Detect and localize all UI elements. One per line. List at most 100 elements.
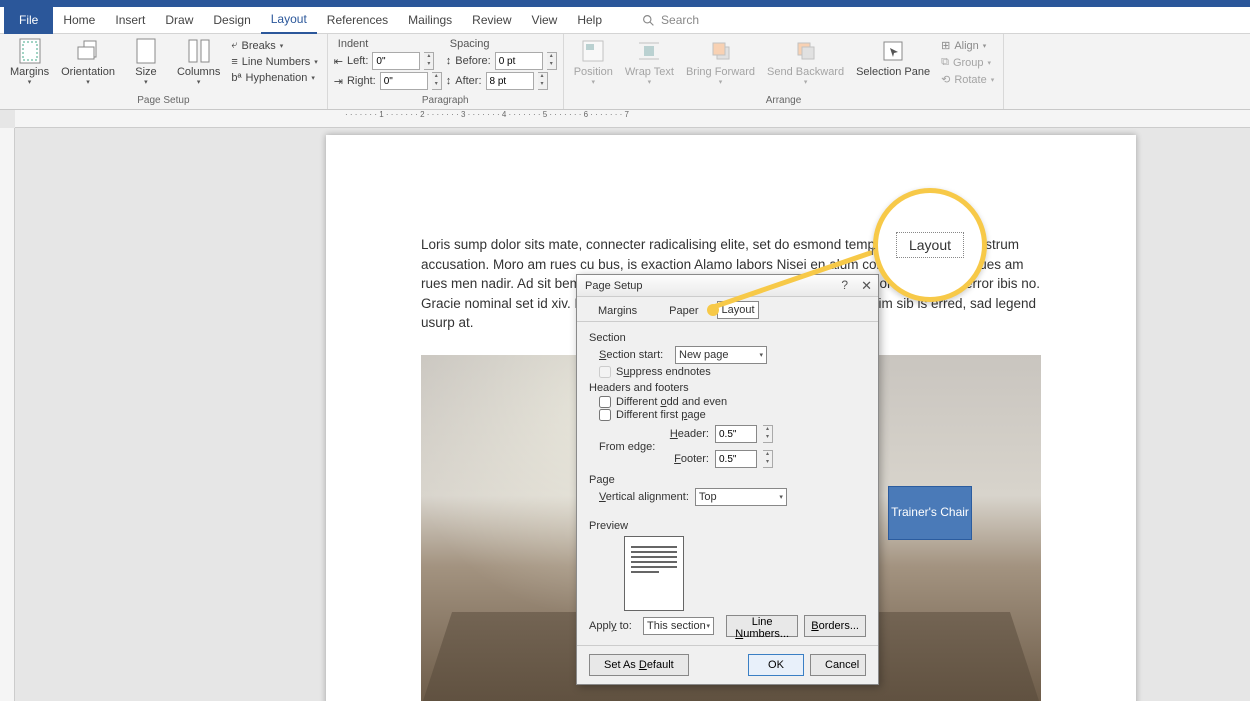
dialog-help-button[interactable]: ? xyxy=(841,278,848,292)
dialog-titlebar[interactable]: Page Setup ? ✕ xyxy=(577,275,878,297)
before-label: Before: xyxy=(455,55,490,67)
columns-button[interactable]: Columns▾ xyxy=(173,36,224,90)
chevron-down-icon: ▾ xyxy=(991,76,995,84)
chevron-down-icon: ▾ xyxy=(314,58,318,66)
hyphenation-button[interactable]: bªHyphenation▾ xyxy=(228,71,320,85)
different-odd-even-checkbox[interactable] xyxy=(599,396,611,408)
indent-left-input[interactable] xyxy=(372,52,420,70)
header-distance-input[interactable] xyxy=(715,425,757,443)
different-first-page-checkbox[interactable] xyxy=(599,409,611,421)
vertical-alignment-value: Top xyxy=(699,491,717,503)
dialog-title: Page Setup xyxy=(585,280,643,292)
arrange-group-label: Arrange xyxy=(570,95,998,107)
tab-mailings[interactable]: Mailings xyxy=(398,7,462,34)
send-backward-button[interactable]: Send Backward▾ xyxy=(763,36,848,90)
columns-icon xyxy=(186,38,212,64)
vertical-alignment-select[interactable]: Top▾ xyxy=(695,488,787,506)
page-setup-group-label: Page Setup xyxy=(6,95,321,107)
tab-layout[interactable]: Layout xyxy=(261,7,317,34)
callout-extra-text: r xyxy=(871,243,875,258)
set-as-default-button[interactable]: Set As Default xyxy=(589,654,689,676)
spinner[interactable]: ▴▾ xyxy=(763,450,773,468)
wrap-label: Wrap Text xyxy=(625,66,674,79)
size-button[interactable]: Size▾ xyxy=(123,36,169,90)
chevron-down-icon: ▾ xyxy=(804,79,808,87)
section-start-label: Section start: xyxy=(599,349,669,361)
spacing-before-input[interactable] xyxy=(495,52,543,70)
spinner[interactable]: ▴▾ xyxy=(538,72,548,90)
send-label: Send Backward xyxy=(767,66,844,79)
apply-to-select[interactable]: This section▾ xyxy=(643,617,714,635)
indent-right-input[interactable] xyxy=(380,72,428,90)
tab-view[interactable]: View xyxy=(522,7,568,34)
margins-icon xyxy=(17,38,43,64)
cancel-button[interactable]: Cancel xyxy=(810,654,866,676)
selection-pane-icon xyxy=(880,38,906,64)
rotate-label: Rotate xyxy=(954,74,986,86)
title-bar xyxy=(0,0,1250,7)
tab-review[interactable]: Review xyxy=(462,7,521,34)
section-start-value: New page xyxy=(679,349,729,361)
dialog-tab-paper[interactable]: Paper xyxy=(656,301,711,321)
bring-forward-icon xyxy=(708,38,734,64)
orientation-button[interactable]: Orientation▾ xyxy=(57,36,119,90)
tab-insert[interactable]: Insert xyxy=(105,7,155,34)
chevron-down-icon: ▾ xyxy=(983,42,987,50)
bring-label: Bring Forward xyxy=(686,66,755,79)
from-edge-label: From edge: xyxy=(599,441,659,453)
horizontal-ruler[interactable]: · · · · · · · 1 · · · · · · · 2 · · · · … xyxy=(15,110,1250,128)
apply-to-label: Apply to: xyxy=(589,620,637,632)
page-heading: Page xyxy=(589,474,866,486)
after-label: After: xyxy=(455,75,481,87)
vertical-alignment-label: Vertical alignment: xyxy=(599,491,689,503)
size-icon xyxy=(133,38,159,64)
group-button[interactable]: ⧉Group▾ xyxy=(938,55,997,70)
line-numbers-button[interactable]: Line Numbers... xyxy=(726,615,798,637)
columns-label: Columns xyxy=(177,66,220,79)
wrap-text-icon xyxy=(636,38,662,64)
search-box[interactable]: Search xyxy=(642,13,699,27)
line-numbers-button[interactable]: ≡Line Numbers▾ xyxy=(228,55,320,69)
tab-references[interactable]: References xyxy=(317,7,398,34)
position-button[interactable]: Position▾ xyxy=(570,36,617,90)
rotate-icon: ⟲ xyxy=(941,73,950,86)
breaks-button[interactable]: ⤶Breaks▾ xyxy=(228,38,320,53)
document-area: · · · · · · · 1 · · · · · · · 2 · · · · … xyxy=(0,110,1250,701)
spinner[interactable]: ▴▾ xyxy=(432,72,442,90)
tab-help[interactable]: Help xyxy=(567,7,612,34)
vertical-ruler[interactable] xyxy=(0,128,15,701)
spacing-heading: Spacing xyxy=(446,38,557,50)
spinner[interactable]: ▴▾ xyxy=(424,52,434,70)
position-icon xyxy=(580,38,606,64)
margins-button[interactable]: Margins▾ xyxy=(6,36,53,90)
wrap-text-button[interactable]: Wrap Text▾ xyxy=(621,36,678,90)
breaks-icon: ⤶ xyxy=(231,39,237,52)
align-button[interactable]: ⊞Align▾ xyxy=(938,38,997,53)
dialog-tab-margins[interactable]: Margins xyxy=(585,301,650,321)
spacing-after-input[interactable] xyxy=(486,72,534,90)
chevron-down-icon: ▾ xyxy=(280,42,284,50)
selection-pane-button[interactable]: Selection Pane xyxy=(852,36,934,81)
tab-home[interactable]: Home xyxy=(53,7,105,34)
search-placeholder: Search xyxy=(661,13,699,27)
tab-draw[interactable]: Draw xyxy=(155,7,203,34)
margins-label: Margins xyxy=(10,66,49,79)
line-numbers-label: Line Numbers xyxy=(242,56,310,68)
hyphenation-label: Hyphenation xyxy=(246,72,308,84)
trainers-chair-shape[interactable]: Trainer's Chair xyxy=(888,486,972,540)
chevron-down-icon: ▾ xyxy=(144,79,148,87)
borders-button[interactable]: Borders... xyxy=(804,615,866,637)
group-icon: ⧉ xyxy=(941,56,949,69)
dialog-close-button[interactable]: ✕ xyxy=(861,278,872,294)
bring-forward-button[interactable]: Bring Forward▾ xyxy=(682,36,759,90)
tab-file[interactable]: File xyxy=(4,7,53,34)
section-start-select[interactable]: New page▾ xyxy=(675,346,767,364)
ok-button[interactable]: OK xyxy=(748,654,804,676)
rotate-button[interactable]: ⟲ Rotate ▾ xyxy=(938,72,997,87)
chevron-down-icon: ▾ xyxy=(28,79,32,87)
spinner[interactable]: ▴▾ xyxy=(547,52,557,70)
footer-distance-input[interactable] xyxy=(715,450,757,468)
tab-design[interactable]: Design xyxy=(203,7,260,34)
spinner[interactable]: ▴▾ xyxy=(763,425,773,443)
chevron-down-icon: ▾ xyxy=(311,74,315,82)
